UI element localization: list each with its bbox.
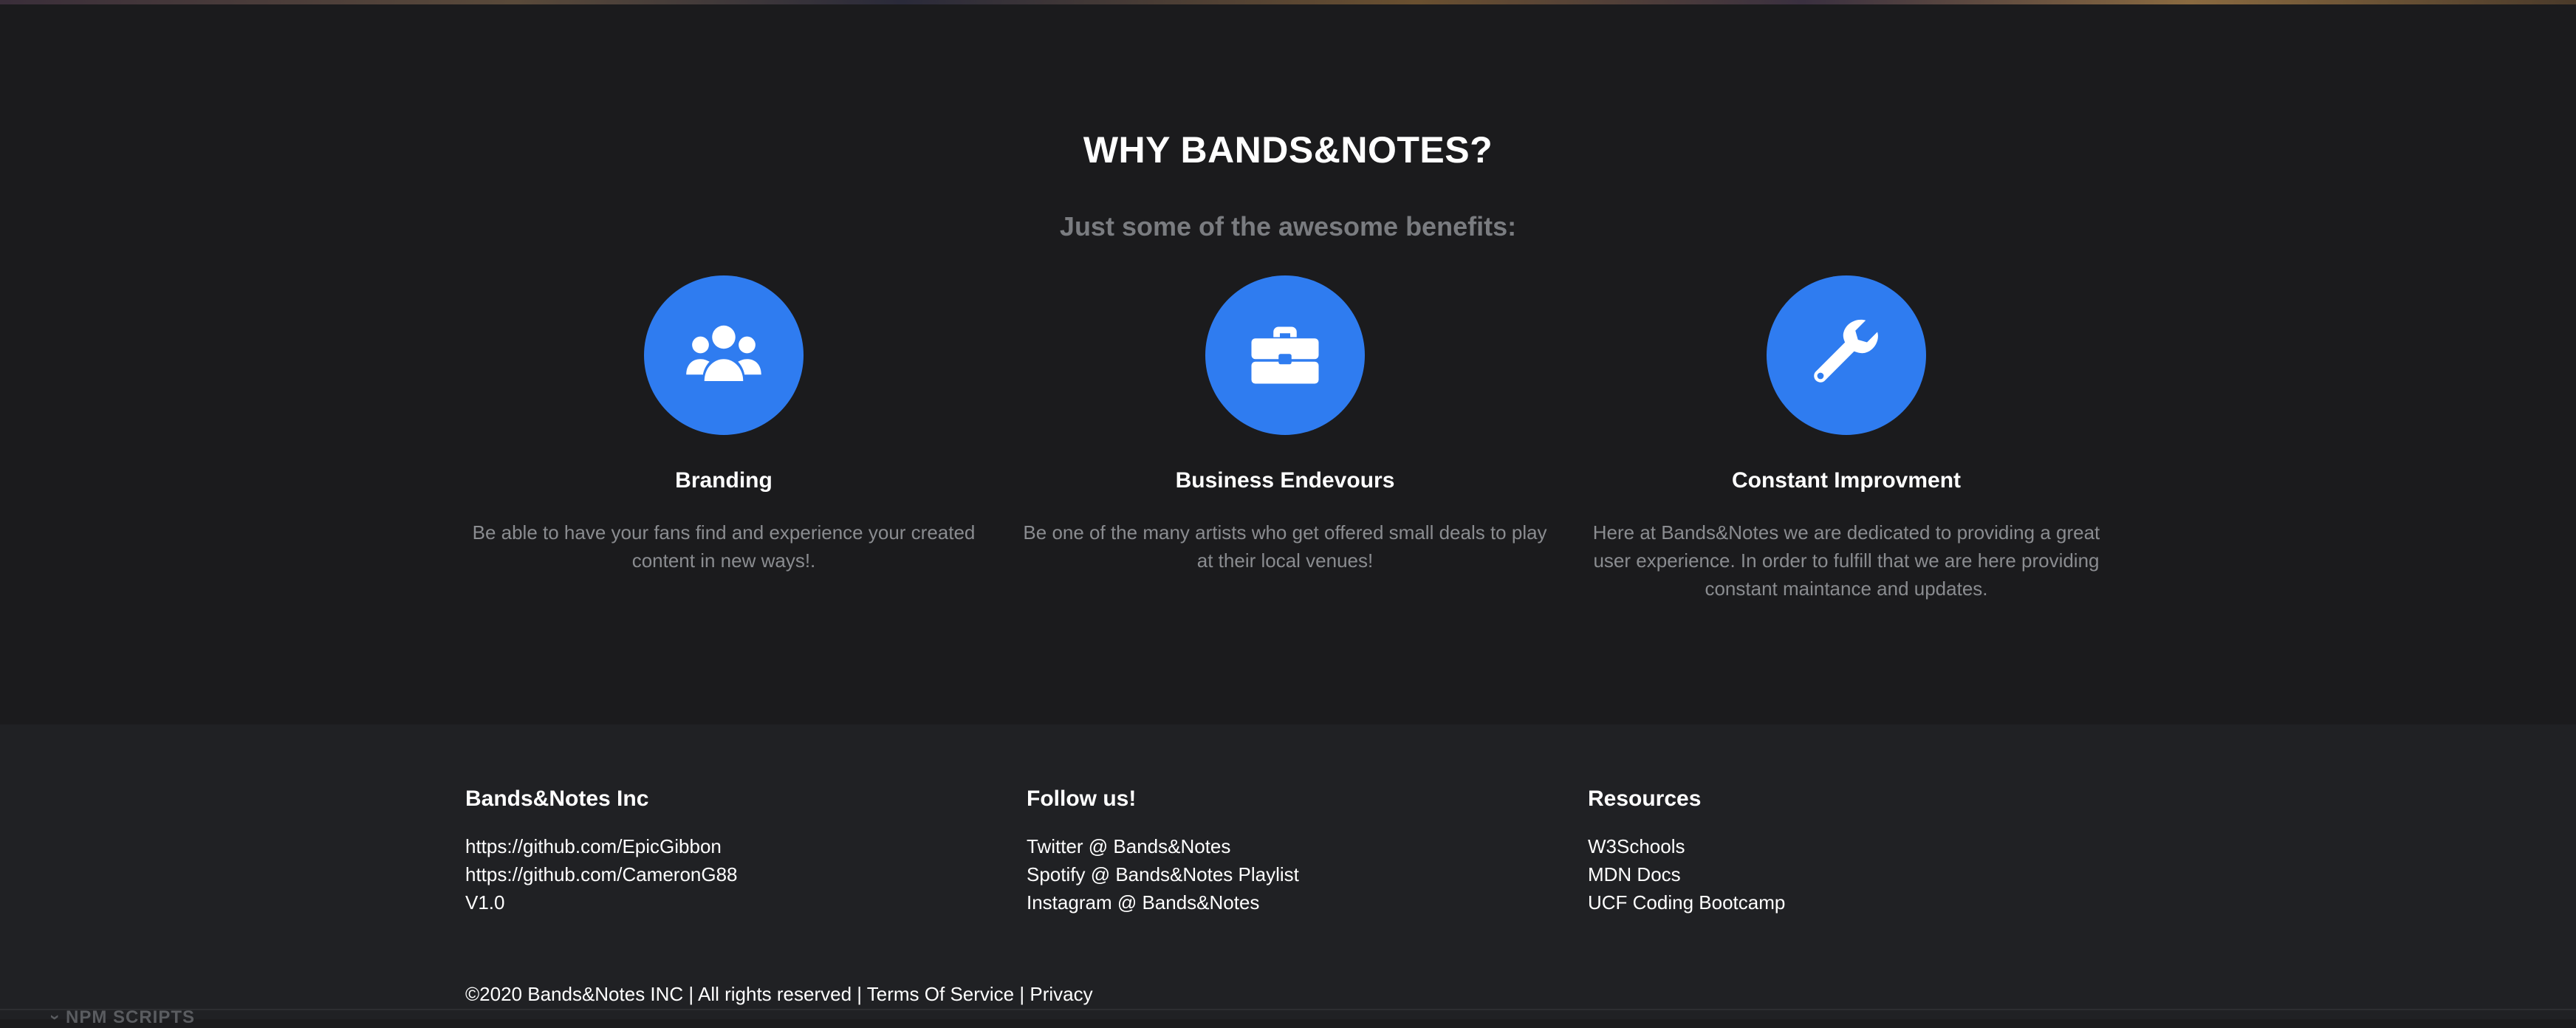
footer-link[interactable]: https://github.com/EpicGibbon <box>465 832 982 860</box>
briefcase-icon <box>1205 275 1365 435</box>
feature-description: Be one of the many artists who get offer… <box>1023 521 1547 572</box>
feature-title: Branding <box>675 468 773 493</box>
footer-column-resources: Resources W3Schools MDN Docs UCF Coding … <box>1588 787 2105 916</box>
feature-description: Be able to have your fans find and exper… <box>472 521 976 572</box>
footer-link[interactable]: UCF Coding Bootcamp <box>1588 888 2105 916</box>
footer-link[interactable]: Instagram @ Bands&Notes <box>1027 888 1544 916</box>
feature-description: Here at Bands&Notes we are dedicated to … <box>1592 521 2100 600</box>
footer-column-follow: Follow us! Twitter @ Bands&Notes Spotify… <box>1027 787 1544 916</box>
footer-link[interactable]: https://github.com/CameronG88 <box>465 860 982 888</box>
footer-column-company: Bands&Notes Inc https://github.com/EpicG… <box>465 787 982 916</box>
npm-scripts-panel-header[interactable]: ›NPM SCRIPTS <box>46 1007 196 1028</box>
wrench-icon <box>1767 275 1926 435</box>
feature-title: Business Endevours <box>1175 468 1395 493</box>
footer-heading: Resources <box>1588 787 1702 811</box>
footer-heading: Bands&Notes Inc <box>465 787 649 811</box>
footer-link[interactable]: MDN Docs <box>1588 860 2105 888</box>
footer-version: V1.0 <box>465 891 505 914</box>
footer-link[interactable]: Spotify @ Bands&Notes Playlist <box>1027 860 1544 888</box>
copyright-text: ©2020 Bands&Notes INC | All rights reser… <box>465 983 1093 1005</box>
section-title: WHY BANDS&NOTES? <box>1083 129 1493 171</box>
footer-heading: Follow us! <box>1027 787 1137 811</box>
footer-link[interactable]: Twitter @ Bands&Notes <box>1027 832 1544 860</box>
footer-link[interactable]: W3Schools <box>1588 832 2105 860</box>
site-footer: Bands&Notes Inc https://github.com/EpicG… <box>0 724 2576 1019</box>
chevron-right-icon: › <box>45 1014 66 1021</box>
users-icon <box>644 275 804 435</box>
features-section: WHY BANDS&NOTES? Just some of the awesom… <box>0 4 2576 724</box>
section-subtitle: Just some of the awesome benefits: <box>1059 211 1517 241</box>
ide-panel-divider <box>0 1009 2576 1010</box>
feature-title: Constant Improvment <box>1731 468 1962 493</box>
npm-scripts-label: NPM SCRIPTS <box>66 1007 196 1027</box>
